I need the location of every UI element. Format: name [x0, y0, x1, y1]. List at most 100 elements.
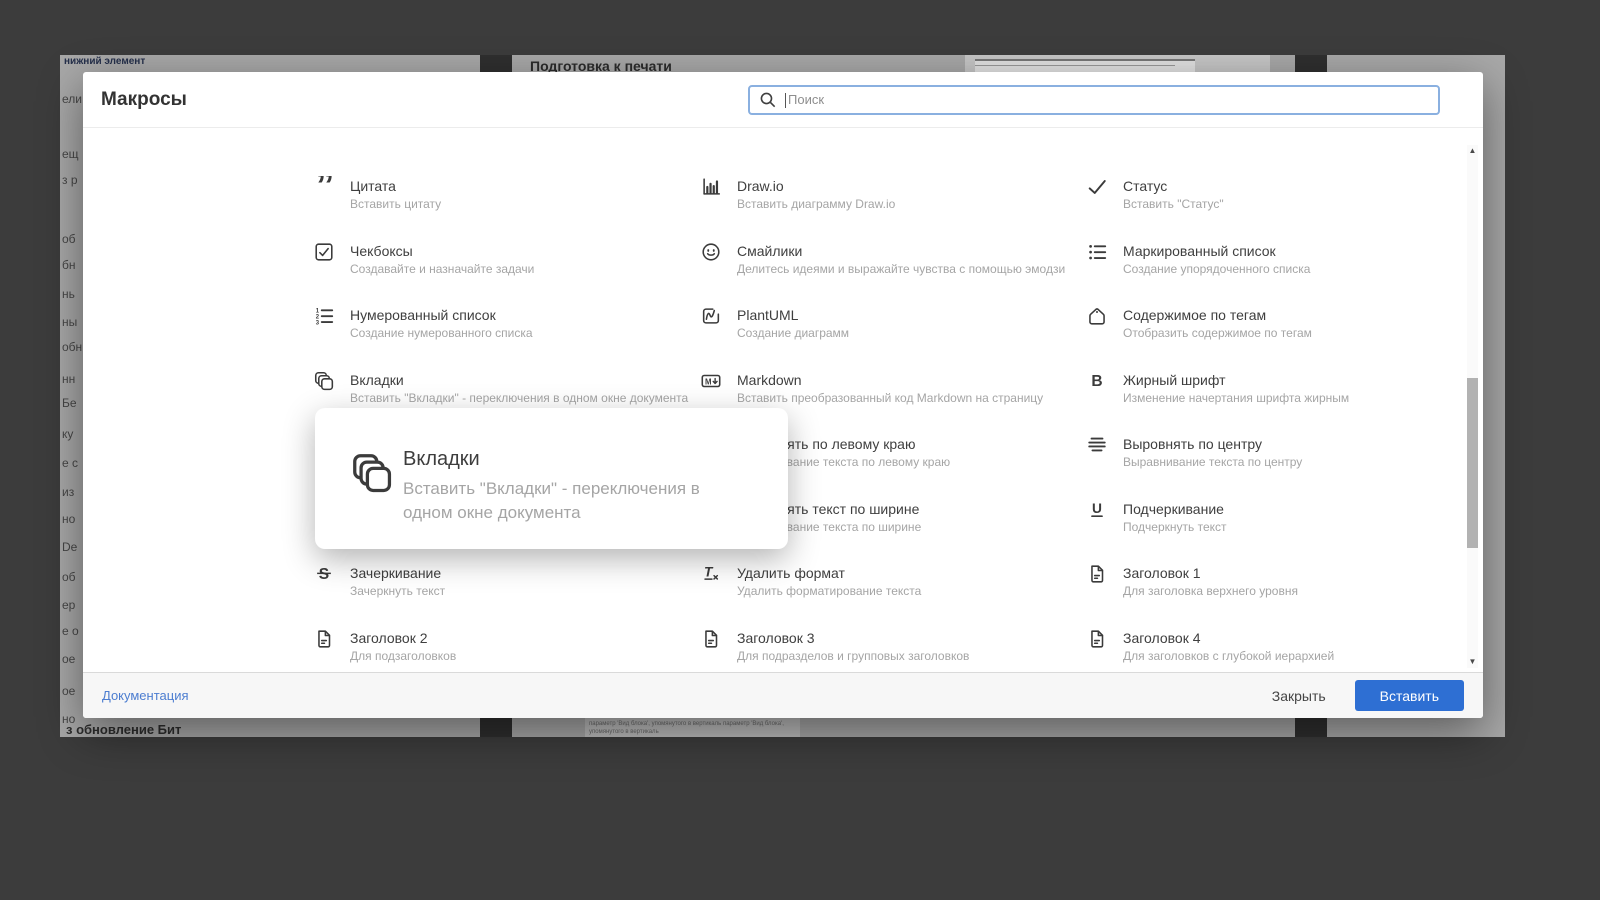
macro-item[interactable]: Заголовок 2 Для подзаголовков: [313, 630, 678, 663]
svg-text:T: T: [704, 565, 714, 580]
align-center-icon: [1086, 434, 1110, 458]
macro-item-description: Для заголовка верхнего уровня: [1123, 584, 1298, 598]
plantuml-icon: [700, 305, 724, 329]
macro-item-description: Отобразить содержимое по тегам: [1123, 326, 1312, 340]
macro-item-title: Содержимое по тегам: [1123, 307, 1267, 323]
clear-format-icon: T: [700, 563, 724, 587]
check-icon: [1086, 176, 1110, 200]
underline-icon: U: [1086, 499, 1110, 523]
search-input[interactable]: [785, 91, 1438, 108]
background-text-fragment: об: [62, 232, 76, 246]
macro-item-title: Удалить формат: [737, 565, 845, 581]
macro-item[interactable]: Маркированный список Создание упорядоченн…: [1086, 243, 1451, 276]
background-text-fragment: нижний элемент: [64, 56, 146, 67]
macro-item[interactable]: Выровнять по центру Выравнивание текста п…: [1086, 436, 1451, 469]
background-text-fragment: ели: [62, 92, 82, 106]
macro-item-description: Создавайте и назначайте задачи: [350, 261, 535, 276]
tooltip-title: Вкладки: [403, 448, 480, 470]
scrollbar-thumb[interactable]: [1467, 378, 1478, 548]
macro-item-description: Создание упорядоченного списка: [1123, 261, 1311, 276]
macro-item-title: Draw.io: [737, 178, 784, 194]
tooltip-description: Вставить "Вкладки" - переключения в одно…: [403, 479, 700, 522]
macro-item-title: Смайлики: [737, 242, 803, 259]
background-dark-block: [1295, 718, 1327, 737]
background-panel: [965, 55, 1270, 74]
svg-text:B: B: [1091, 373, 1102, 390]
macro-item[interactable]: M Markdown Вставить преобразованный код Ma…: [700, 372, 1065, 405]
scrollbar-track[interactable]: ▲ ▼: [1467, 145, 1478, 668]
background-text-fragment: нн: [62, 372, 76, 386]
macro-tooltip-card: Вкладки Вставить "Вкладки" - переключени…: [315, 408, 788, 549]
macro-item-description: Зачеркнуть текст: [350, 584, 446, 598]
macro-item[interactable]: Заголовок 3 Для подразделов и групповых з…: [700, 630, 1065, 663]
macro-item[interactable]: 1 2 3 Нумерованный список Создание нумерован…: [313, 307, 678, 340]
doc-icon: [700, 628, 724, 652]
background-text-fragment: ое: [62, 684, 76, 698]
background-text-fragment: з р: [62, 173, 78, 187]
dialog-footer: Документация Закрыть Вставить: [83, 672, 1483, 718]
macro-item-title: Markdown: [737, 371, 802, 388]
bullet-list-icon: [1086, 241, 1110, 265]
macro-item[interactable]: Заголовок 4 Для заголовков с глубокой иер…: [1086, 630, 1451, 663]
macro-item-description: Подчеркнуть текст: [1123, 519, 1227, 534]
macro-item-title: Чекбоксы: [350, 242, 413, 259]
macro-item[interactable]: S Зачеркивание Зачеркнуть текст: [313, 565, 678, 598]
documentation-link[interactable]: Документация: [102, 688, 189, 703]
checkbox-icon: [313, 241, 337, 265]
background-dark-block: [480, 718, 512, 737]
macro-item-description: Для заголовков с глубокой иерархией: [1123, 648, 1335, 663]
macro-item[interactable]: Draw.io Вставить диаграмму Draw.io: [700, 178, 1065, 211]
svg-text:3: 3: [316, 320, 320, 326]
macro-item-title: Заголовок 4: [1123, 629, 1201, 646]
background-text-fragment: ер: [62, 598, 76, 612]
macro-item[interactable]: T Удалить формат Удалить форматирование те…: [700, 565, 1065, 598]
macro-item-title: Заголовок 1: [1123, 565, 1201, 581]
macro-item[interactable]: Вкладки Вставить "Вкладки" - переключения…: [313, 371, 688, 405]
svg-text:M: M: [705, 377, 711, 386]
macro-item[interactable]: Чекбоксы Создавайте и назначайте задачи: [313, 243, 678, 276]
macro-item-title: Нумерованный список: [350, 307, 496, 323]
insert-button[interactable]: Вставить: [1354, 680, 1464, 711]
macro-item-description: Вставить преобразованный код Markdown на…: [737, 390, 1044, 405]
tabs-icon: [349, 450, 395, 496]
background-text-fragment: з обновление Бит: [66, 722, 182, 737]
numbered-list-icon: 123: [313, 305, 337, 329]
quote-icon: ”: [313, 165, 337, 207]
macro-item[interactable]: Заголовок 1 Для заголовка верхнего уровня: [1086, 565, 1451, 598]
macro-item-title: Жирный шрифт: [1123, 371, 1226, 388]
macro-item-description: Изменение начертания шрифта жирным: [1123, 390, 1350, 405]
macro-item-description: Для подзаголовков: [350, 648, 457, 663]
background-text-fragment: е с: [62, 456, 79, 470]
background-text-fragment: е о: [62, 624, 79, 638]
text-caret: [785, 92, 786, 108]
tag-icon: [1086, 305, 1110, 329]
macro-item[interactable]: Статус Вставить "Статус": [1086, 178, 1451, 211]
markdown-icon: M: [700, 370, 724, 394]
background-note-fragment: параметр 'Вид блока', упомянутого в верт…: [585, 718, 800, 737]
close-button[interactable]: Закрыть: [1246, 682, 1352, 710]
background-text-fragment: ое: [62, 652, 76, 666]
macro-item[interactable]: B Жирный шрифт Изменение начертания шрифта…: [1086, 372, 1451, 405]
macro-item-title: Зачеркивание: [350, 565, 442, 581]
background-text-fragment: ещ: [62, 147, 79, 161]
doc-icon: [313, 628, 337, 652]
doc-icon: [1086, 563, 1110, 587]
page-title: Макросы: [101, 88, 187, 110]
background-text-fragment: Бе: [62, 396, 77, 410]
macro-item[interactable]: Смайлики Делитесь идеями и выражайте чувс…: [700, 243, 1065, 276]
scrollbar-down-icon[interactable]: ▼: [1467, 656, 1478, 668]
scrollbar-up-icon[interactable]: ▲: [1467, 145, 1478, 157]
background-text-fragment: об: [62, 570, 76, 584]
macro-item-description: Создание нумерованного списка: [350, 326, 533, 340]
bold-icon: B: [1086, 370, 1110, 394]
background-text-fragment: De: [62, 540, 78, 554]
macro-item[interactable]: PlantUML Создание диаграмм: [700, 307, 1065, 340]
macro-item-description: Удалить форматирование текста: [737, 584, 922, 598]
macro-item[interactable]: U Подчеркивание Подчеркнуть текст: [1086, 499, 1451, 534]
macro-item-description: Выравнивание текста по центру: [1123, 455, 1303, 469]
macro-item[interactable]: ” Цитата Вставить цитату: [313, 165, 678, 211]
macro-item-title: Выровнять по центру: [1123, 436, 1262, 452]
macros-dialog: Макросы ” Цитата Вставить цитату Чекбоксы Со…: [83, 72, 1483, 718]
macro-item[interactable]: Содержимое по тегам Отобразить содержимое…: [1086, 307, 1451, 340]
bar-chart-icon: [700, 176, 724, 200]
